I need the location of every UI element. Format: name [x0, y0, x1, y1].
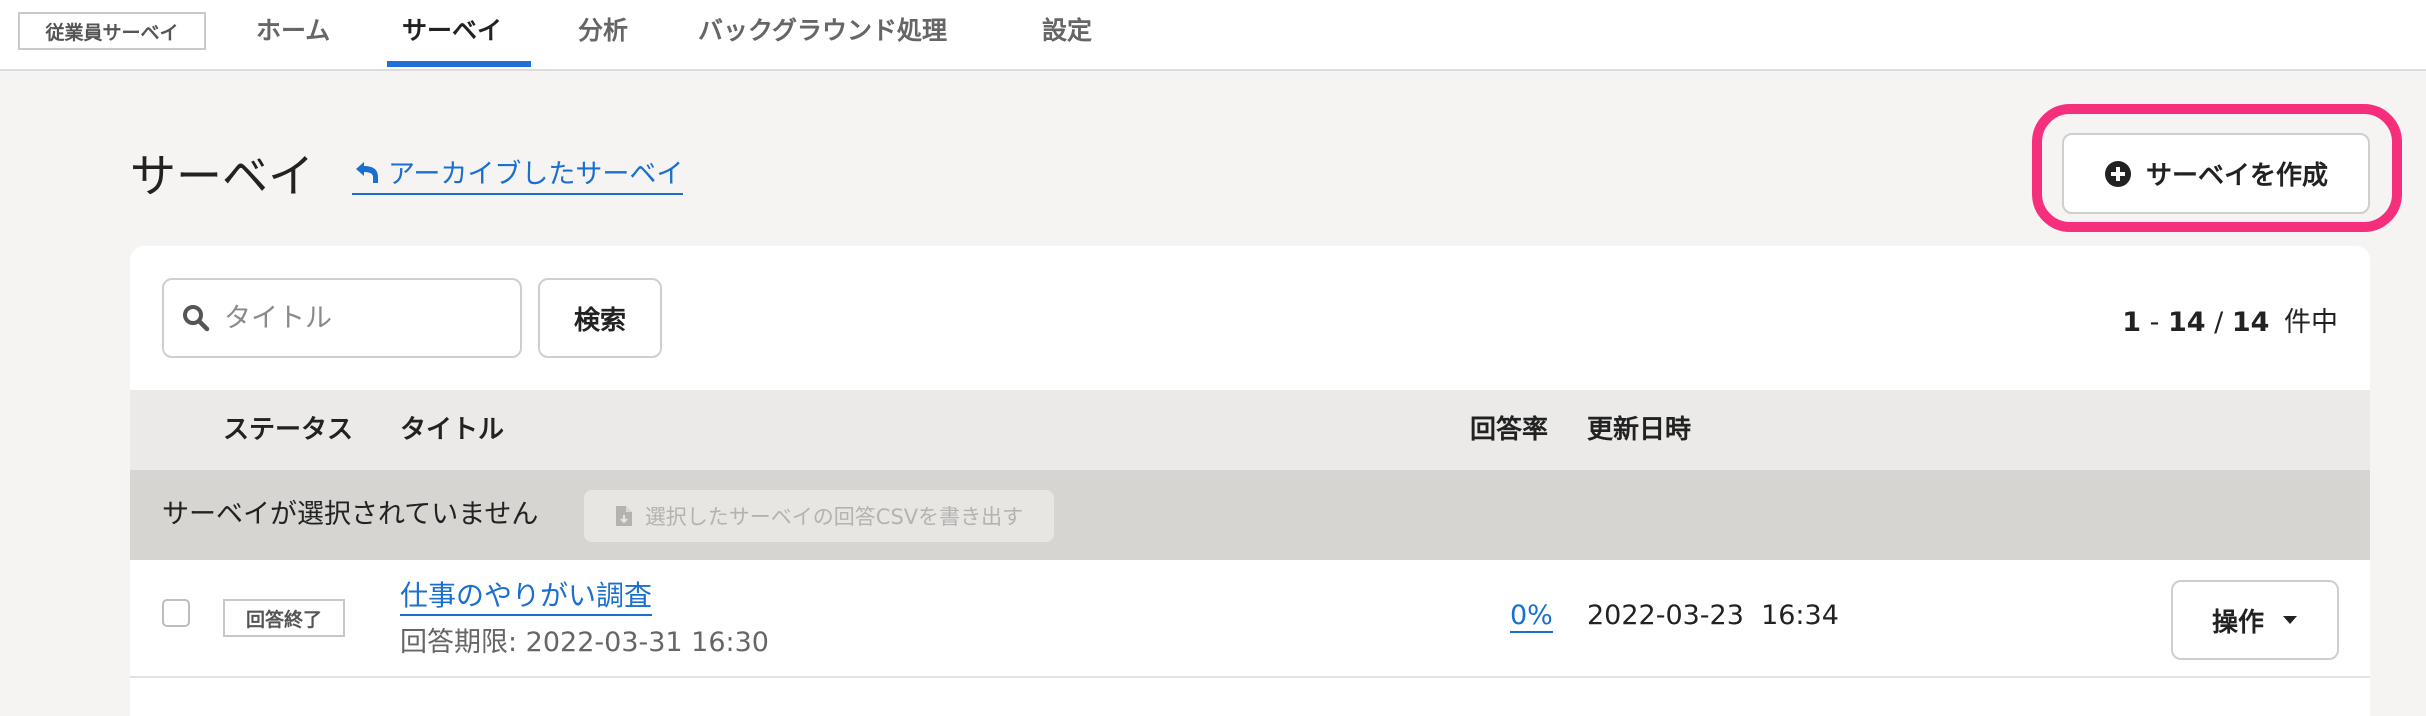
nav-item-analysis[interactable]: 分析: [578, 0, 628, 67]
actions-dropdown-button[interactable]: 操作: [2171, 580, 2339, 660]
archived-surveys-link[interactable]: アーカイブしたサーベイ: [352, 152, 684, 195]
column-header-status: ステータス: [223, 415, 354, 445]
selection-bar: サーベイが選択されていません 選択したサーベイの回答CSVを書き出す: [130, 470, 2370, 560]
updated-datetime: 2022-03-23 16:34: [1587, 600, 1839, 631]
response-rate-link[interactable]: 0%: [1510, 600, 1553, 633]
file-icon: [615, 505, 633, 527]
export-csv-button[interactable]: 選択したサーベイの回答CSVを書き出す: [584, 490, 1054, 542]
column-header-updated: 更新日時: [1587, 415, 1692, 445]
search-field[interactable]: [162, 278, 522, 358]
count-suffix: 件中: [2284, 307, 2338, 338]
column-header-response-rate: 回答率: [1470, 415, 1549, 445]
nav-item-settings[interactable]: 設定: [1042, 0, 1092, 67]
page-title: サーベイ: [130, 149, 314, 203]
create-survey-button[interactable]: サーベイを作成: [2062, 133, 2370, 214]
survey-deadline: 回答期限: 2022-03-31 16:30: [400, 627, 769, 658]
search-icon: [182, 304, 210, 332]
table-header: ステータス タイトル 回答率 更新日時: [130, 390, 2370, 470]
actions-label: 操作: [2211, 607, 2264, 638]
status-badge: 回答終了: [223, 599, 345, 637]
row-checkbox[interactable]: [162, 599, 190, 627]
search-input[interactable]: [222, 301, 506, 335]
brand-badge[interactable]: 従業員サーベイ: [18, 12, 206, 50]
column-header-title: タイトル: [400, 415, 505, 445]
caret-down-icon: [2282, 615, 2298, 625]
pagination-count: 1 - 14 / 14 件中: [2122, 307, 2338, 338]
table-row: 回答終了 仕事のやりがい調査 回答期限: 2022-03-31 16:30 0%…: [130, 560, 2370, 678]
total-count: 14: [2231, 307, 2270, 338]
nav-item-survey[interactable]: サーベイ: [387, 0, 531, 67]
plus-circle-icon: [2104, 160, 2132, 188]
undo-arrow-icon: [352, 159, 382, 185]
survey-list-card: 検索 1 - 14 / 14 件中 ステータス タイトル 回答率 更新日時 サー…: [130, 246, 2370, 716]
nav-item-home[interactable]: ホーム: [256, 0, 330, 67]
create-survey-label: サーベイを作成: [2145, 161, 2328, 191]
selection-message: サーベイが選択されていません: [162, 499, 539, 530]
survey-title-link[interactable]: 仕事のやりがい調査: [400, 574, 653, 616]
top-navigation: 従業員サーベイ ホーム サーベイ 分析 バックグラウンド処理 設定: [0, 0, 2426, 71]
archived-surveys-label: アーカイブしたサーベイ: [388, 159, 684, 190]
export-csv-label: 選択したサーベイの回答CSVを書き出す: [644, 505, 1024, 529]
range-end: 14: [2167, 307, 2206, 338]
search-button[interactable]: 検索: [538, 278, 662, 358]
nav-item-background-jobs[interactable]: バックグラウンド処理: [698, 0, 947, 67]
range-start: 1: [2122, 307, 2142, 338]
